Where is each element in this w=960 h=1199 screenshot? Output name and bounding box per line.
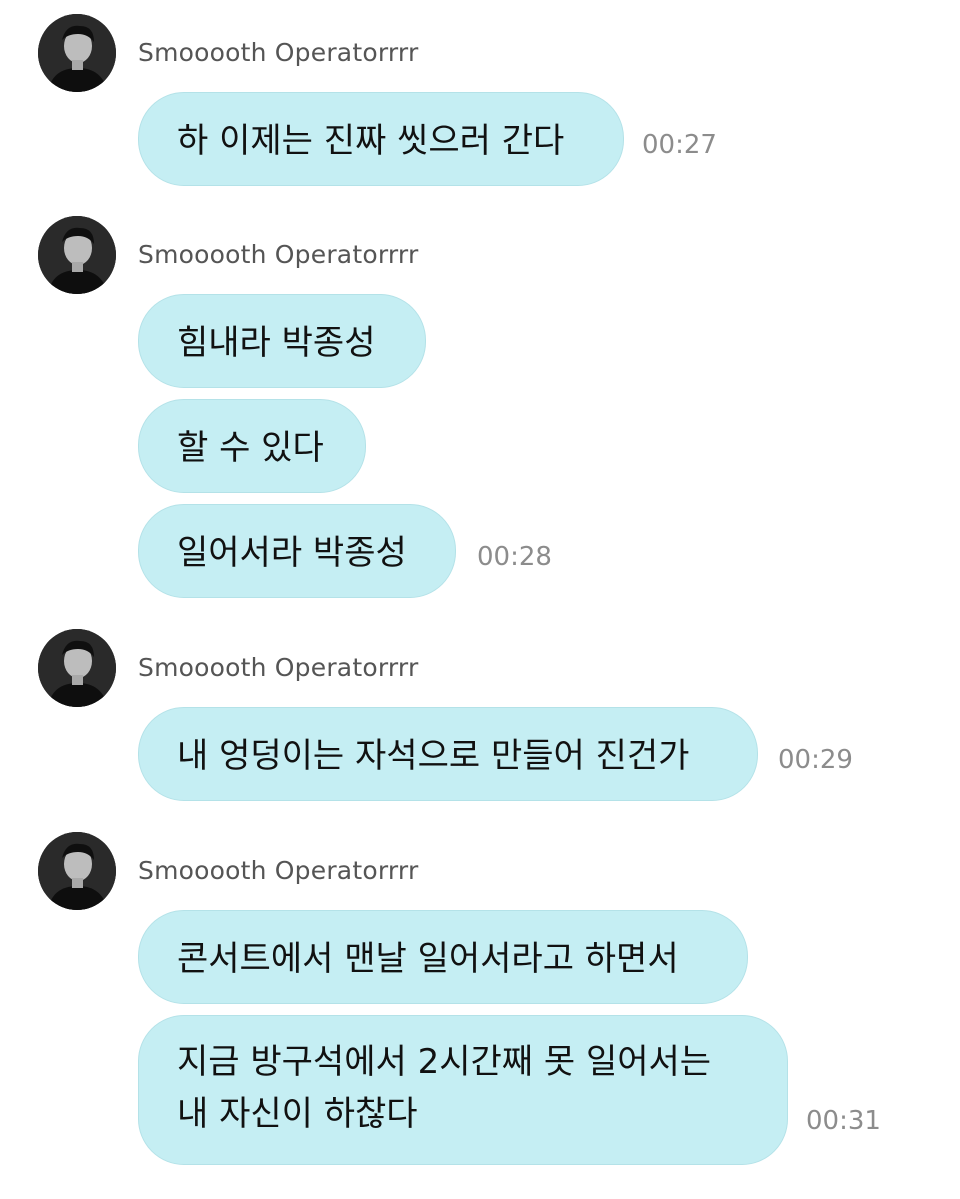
avatar[interactable] <box>38 832 116 910</box>
message-line: 지금 방구석에서 2시간째 못 일어서는 <box>177 1042 712 1082</box>
person-portrait-icon <box>38 14 116 92</box>
message-bubble[interactable]: 하 이제는 진짜 씻으러 간다 <box>138 92 624 186</box>
message-bubble[interactable]: 일어서라 박종성 <box>138 504 456 598</box>
sender-name: Smooooth Operatorrrr <box>138 856 419 885</box>
message-bubble[interactable]: 내 엉덩이는 자석으로 만들어 진건가 <box>138 707 758 801</box>
message-bubble[interactable]: 할 수 있다 <box>138 399 366 493</box>
person-portrait-icon <box>38 629 116 707</box>
message-timestamp: 00:31 <box>806 1106 881 1136</box>
sender-name: Smooooth Operatorrrr <box>138 653 419 682</box>
avatar[interactable] <box>38 216 116 294</box>
message-timestamp: 00:29 <box>778 745 853 775</box>
chat-thread: Smooooth Operatorrrr 하 이제는 진짜 씻으러 간다 00:… <box>0 0 960 1199</box>
avatar[interactable] <box>38 629 116 707</box>
message-line: 내 자신이 하찮다 <box>177 1094 418 1134</box>
sender-name: Smooooth Operatorrrr <box>138 38 419 67</box>
message-timestamp: 00:28 <box>477 542 552 572</box>
message-bubble[interactable]: 힘내라 박종성 <box>138 294 426 388</box>
person-portrait-icon <box>38 832 116 910</box>
message-bubble-multiline[interactable]: 지금 방구석에서 2시간째 못 일어서는 내 자신이 하찮다 <box>138 1015 788 1165</box>
avatar[interactable] <box>38 14 116 92</box>
sender-name: Smooooth Operatorrrr <box>138 240 419 269</box>
message-timestamp: 00:27 <box>642 130 717 160</box>
message-bubble[interactable]: 콘서트에서 맨날 일어서라고 하면서 <box>138 910 748 1004</box>
person-portrait-icon <box>38 216 116 294</box>
